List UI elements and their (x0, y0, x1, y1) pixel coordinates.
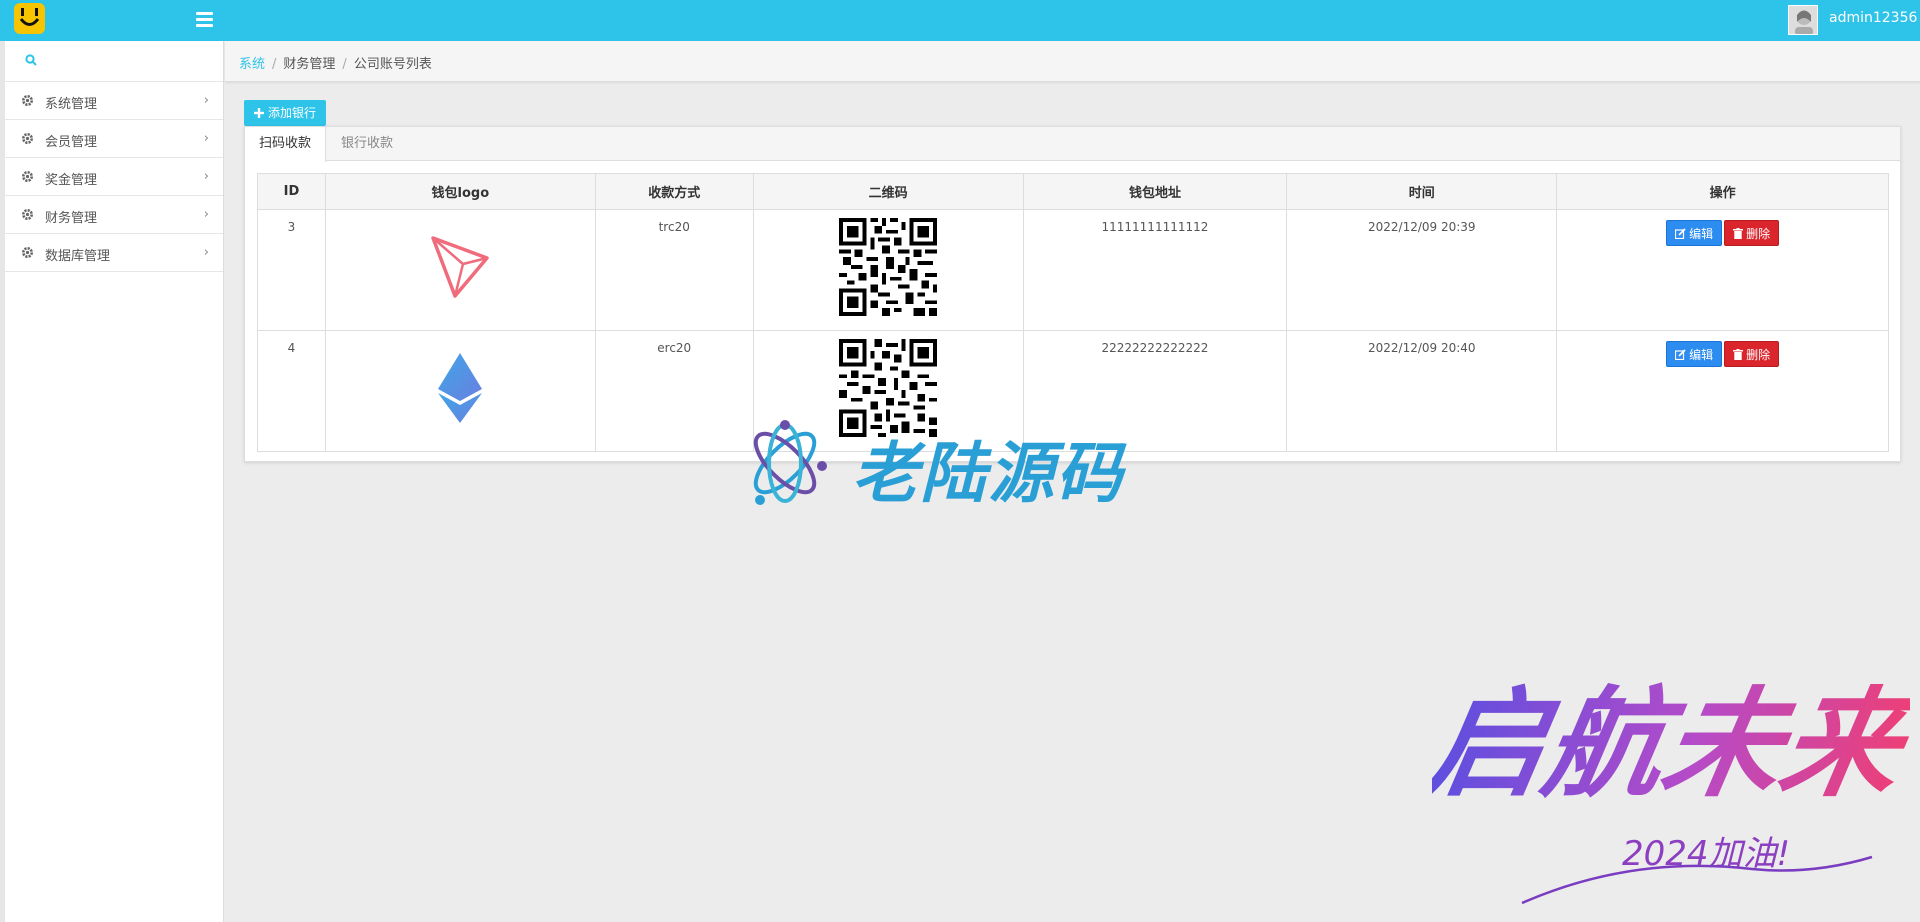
cell-id: 4 (257, 330, 326, 452)
gear-icon (21, 94, 34, 111)
column-header-address: 钱包地址 (1022, 173, 1288, 210)
gear-icon (21, 132, 34, 149)
user-name[interactable]: admin12356 (1829, 10, 1917, 26)
cell-id: 3 (257, 209, 326, 331)
breadcrumb-current: 公司账号列表 (353, 57, 432, 72)
sidebar-item-members[interactable]: 会员管理 › (5, 120, 223, 158)
edit-button[interactable]: 编辑 (1666, 220, 1723, 246)
edit-icon (1674, 228, 1686, 240)
watermark-atom-icon (753, 420, 827, 505)
sidebar: 系统管理 › 会员管理 › 奖金管理 › 财务管理 › 数据库管理 › (0, 41, 224, 922)
cell-method: erc20 (594, 330, 754, 452)
edit-label: 编辑 (1689, 227, 1714, 241)
breadcrumb-link-system[interactable]: 系统 (239, 57, 265, 72)
chevron-right-icon: › (203, 131, 209, 146)
qr-code-image (839, 218, 938, 316)
edit-button[interactable]: 编辑 (1666, 341, 1723, 367)
tab-bank-payment[interactable]: 银行收款 (327, 127, 407, 161)
sidebar-item-label: 财务管理 (45, 211, 98, 226)
tron-logo-icon (431, 236, 490, 298)
search-icon[interactable] (25, 54, 37, 70)
breadcrumb-item-finance: 财务管理 (283, 57, 336, 72)
sidebar-search (5, 41, 223, 82)
gear-icon (21, 208, 34, 225)
cell-method: trc20 (594, 209, 754, 331)
chevron-right-icon: › (203, 245, 209, 260)
delete-button[interactable]: 删除 (1724, 220, 1780, 246)
breadcrumb-bar: 系统 / 财务管理 / 公司账号列表 (225, 41, 1920, 82)
cell-logo (324, 330, 596, 452)
gear-icon (21, 246, 34, 263)
column-header-method: 收款方式 (594, 173, 754, 210)
breadcrumb-separator: / (342, 57, 347, 72)
app-logo[interactable] (14, 3, 45, 34)
delete-label: 删除 (1746, 348, 1771, 362)
avatar[interactable] (1788, 5, 1818, 35)
gear-icon (21, 170, 34, 187)
delete-label: 删除 (1746, 227, 1771, 241)
plus-icon (254, 106, 268, 120)
sidebar-item-label: 奖金管理 (45, 173, 98, 188)
trash-icon (1733, 349, 1744, 360)
trash-icon (1733, 228, 1744, 239)
cell-logo (324, 209, 596, 331)
cell-actions: 编辑 删除 (1556, 209, 1889, 331)
cell-time: 2022/12/09 20:40 (1286, 330, 1558, 452)
sidebar-item-bonus[interactable]: 奖金管理 › (5, 158, 223, 196)
column-header-logo: 钱包logo (324, 173, 596, 210)
sidebar-item-finance[interactable]: 财务管理 › (5, 196, 223, 234)
breadcrumb-separator: / (272, 57, 277, 72)
accounts-table: ID 钱包logo 收款方式 二维码 钱包地址 时间 操作 3 trc20 11… (257, 173, 1889, 452)
chevron-right-icon: › (203, 93, 209, 108)
accounts-panel: 扫码收款 银行收款 ID 钱包logo 收款方式 二维码 钱包地址 时间 操作 … (244, 126, 1901, 462)
sidebar-item-label: 数据库管理 (45, 249, 111, 264)
delete-button[interactable]: 删除 (1724, 341, 1780, 367)
breadcrumb: 系统 / 财务管理 / 公司账号列表 (239, 53, 432, 72)
edit-icon (1674, 349, 1686, 361)
top-bar: admin12356 (0, 0, 1920, 41)
search-input[interactable] (45, 49, 215, 73)
sidebar-item-database[interactable]: 数据库管理 › (5, 234, 223, 272)
chevron-right-icon: › (203, 207, 209, 222)
cell-actions: 编辑 删除 (1556, 330, 1889, 452)
cell-qrcode (752, 209, 1024, 331)
table-header-row: ID 钱包logo 收款方式 二维码 钱包地址 时间 操作 (257, 173, 1889, 210)
edit-label: 编辑 (1689, 348, 1714, 362)
column-header-id: ID (257, 173, 326, 210)
chevron-right-icon: › (203, 169, 209, 184)
watermark-text: 老陆源码 (852, 435, 1124, 512)
add-bank-button[interactable]: 添加银行 (244, 100, 327, 126)
ethereum-logo-icon (438, 353, 483, 423)
table-row: 3 trc20 11111111111112 2022/12/09 20:39 … (257, 209, 1889, 331)
add-bank-label: 添加银行 (268, 106, 317, 120)
cell-time: 2022/12/09 20:39 (1286, 209, 1558, 331)
tab-bar: 扫码收款 银行收款 (245, 127, 1900, 162)
column-header-actions: 操作 (1556, 173, 1889, 210)
sidebar-item-system[interactable]: 系统管理 › (5, 82, 223, 120)
column-header-qrcode: 二维码 (752, 173, 1024, 210)
menu-toggle-icon[interactable] (196, 10, 216, 28)
tab-scan-payment[interactable]: 扫码收款 (245, 127, 327, 162)
promo-calligraphy-graphic: 启航未来 2024加油! (1432, 675, 1910, 905)
sidebar-item-label: 系统管理 (45, 97, 98, 112)
promo-title: 启航未来 (1432, 675, 1910, 814)
column-header-time: 时间 (1286, 173, 1558, 210)
cell-address: 11111111111112 (1022, 209, 1288, 331)
sidebar-item-label: 会员管理 (45, 135, 98, 150)
